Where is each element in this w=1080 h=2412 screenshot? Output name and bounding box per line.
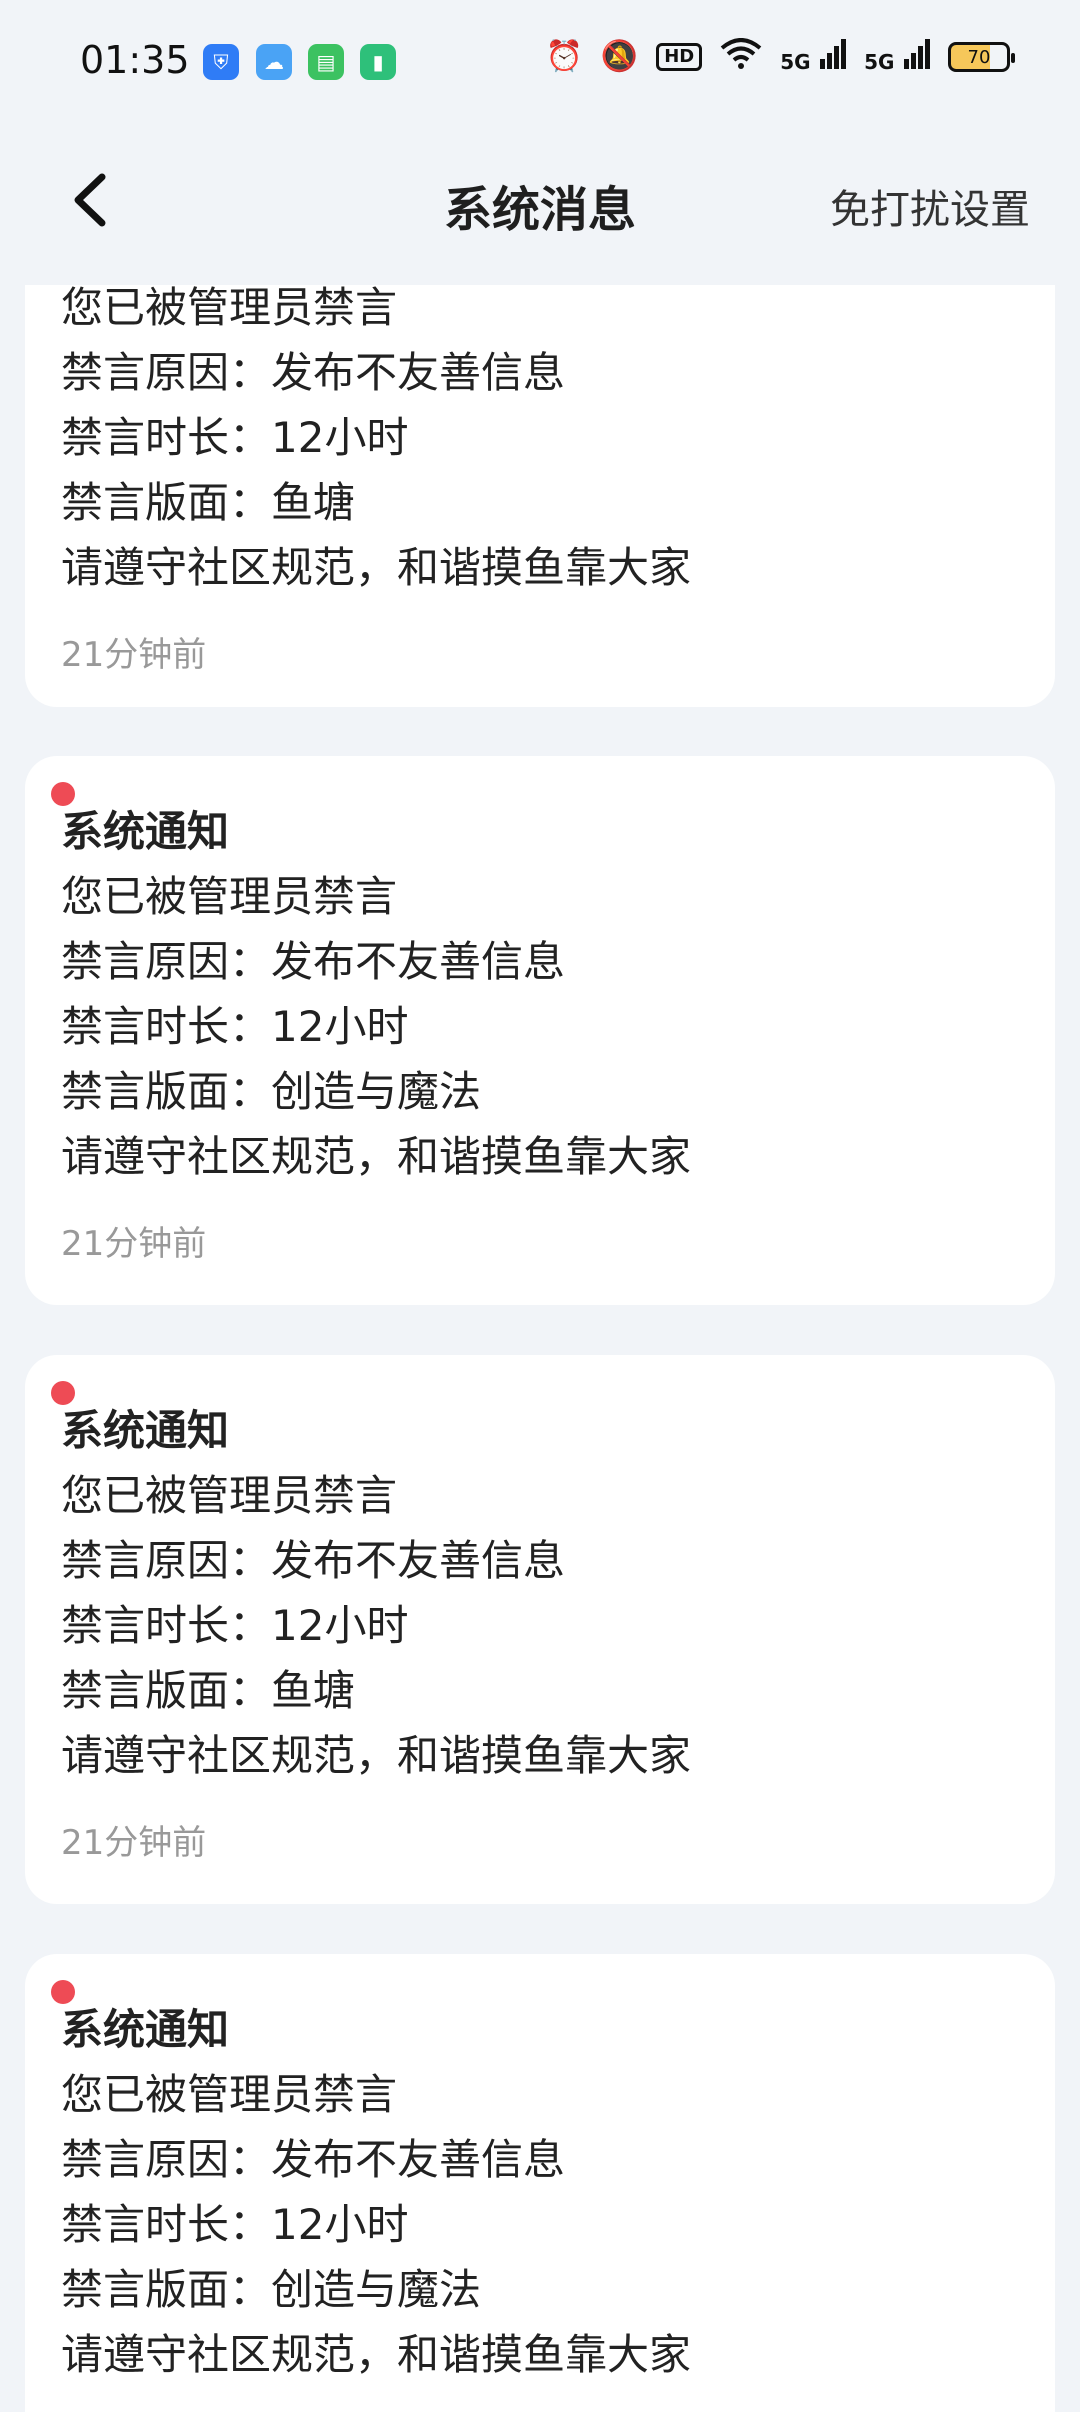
notification-line: 您已被管理员禁言 [61, 2070, 398, 2119]
notification-line: 禁言时长：12小时 [61, 2200, 409, 2249]
status-icons: ⏰ 🔕 HD 5G 5G 70 [545, 38, 1015, 76]
notification-timestamp: 21分钟前 [61, 635, 207, 675]
do-not-disturb-settings-button[interactable]: 免打扰设置 [830, 177, 1030, 235]
notification-line: 禁言原因：发布不友善信息 [61, 348, 566, 397]
notification-line: 请遵守社区规范，和谐摸鱼靠大家 [61, 1132, 692, 1181]
signal-icon-2: 5G [864, 39, 930, 75]
notification-line: 请遵守社区规范，和谐摸鱼靠大家 [61, 2330, 692, 2379]
alarm-icon: ⏰ [545, 39, 583, 74]
notification-line: 禁言时长：12小时 [61, 413, 409, 462]
notification-line: 禁言版面：创造与魔法 [61, 1067, 482, 1116]
hd-icon: HD [656, 43, 703, 71]
battery-icon: 70 [948, 42, 1015, 72]
notification-timestamp: 21分钟前 [61, 1823, 207, 1863]
notification-line: 禁言版面：鱼塘 [61, 1666, 356, 1715]
notification-timestamp: 21分钟前 [61, 1224, 207, 1264]
notification-line: 禁言原因：发布不友善信息 [61, 2135, 566, 2184]
shield-app-icon: ⛨ [203, 44, 239, 80]
battery-level: 70 [967, 46, 991, 68]
header: 系统消息 免打扰设置 [0, 125, 1080, 275]
notification-line: 禁言版面：创造与魔法 [61, 2265, 482, 2314]
notification-line: 禁言时长：12小时 [61, 1002, 409, 1051]
notification-line: 请遵守社区规范，和谐摸鱼靠大家 [61, 543, 692, 592]
notification-body: 您已被管理员禁言 禁言原因：发布不友善信息 禁言时长：12小时 禁言版面：鱼塘 … [61, 285, 691, 600]
notification-line: 禁言原因：发布不友善信息 [61, 937, 566, 986]
notification-card[interactable]: 系统通知 您已被管理员禁言 禁言原因：发布不友善信息 禁言时长：12小时 禁言版… [25, 756, 1055, 1305]
status-bar: 01:35 ⛨ ☁ ▤ ▮ ⏰ 🔕 HD 5G 5G 70 [0, 0, 1080, 125]
notification-line: 您已被管理员禁言 [61, 1471, 398, 1520]
messages-app-icon: ▤ [308, 44, 344, 80]
notification-line: 请遵守社区规范，和谐摸鱼靠大家 [61, 1731, 692, 1780]
battery-saver-app-icon: ▮ [360, 44, 396, 80]
notification-title: 系统通知 [61, 807, 230, 856]
notification-body: 您已被管理员禁言 禁言原因：发布不友善信息 禁言时长：12小时 禁言版面：创造与… [61, 864, 691, 1189]
notification-line: 禁言原因：发布不友善信息 [61, 1536, 566, 1585]
notification-line: 禁言版面：鱼塘 [61, 478, 356, 527]
notification-card[interactable]: 您已被管理员禁言 禁言原因：发布不友善信息 禁言时长：12小时 禁言版面：鱼塘 … [25, 285, 1055, 707]
notification-body: 您已被管理员禁言 禁言原因：发布不友善信息 禁言时长：12小时 禁言版面：鱼塘 … [61, 1463, 691, 1788]
notification-title: 系统通知 [61, 2005, 230, 2054]
status-time: 01:35 [80, 38, 190, 82]
notification-list[interactable]: 您已被管理员禁言 禁言原因：发布不友善信息 禁言时长：12小时 禁言版面：鱼塘 … [0, 285, 1080, 2412]
weather-app-icon: ☁ [256, 44, 292, 80]
notification-card[interactable]: 系统通知 您已被管理员禁言 禁言原因：发布不友善信息 禁言时长：12小时 禁言版… [25, 1954, 1055, 2412]
notification-title: 系统通知 [61, 1406, 230, 1455]
notification-body: 您已被管理员禁言 禁言原因：发布不友善信息 禁言时长：12小时 禁言版面：创造与… [61, 2062, 691, 2387]
wifi-icon [720, 38, 762, 76]
notification-line: 您已被管理员禁言 [61, 285, 398, 332]
signal-icon-1: 5G [780, 39, 847, 75]
notification-line: 您已被管理员禁言 [61, 872, 398, 921]
notification-card[interactable]: 系统通知 您已被管理员禁言 禁言原因：发布不友善信息 禁言时长：12小时 禁言版… [25, 1355, 1055, 1904]
mute-icon: 🔕 [600, 39, 639, 74]
notification-line: 禁言时长：12小时 [61, 1601, 409, 1650]
